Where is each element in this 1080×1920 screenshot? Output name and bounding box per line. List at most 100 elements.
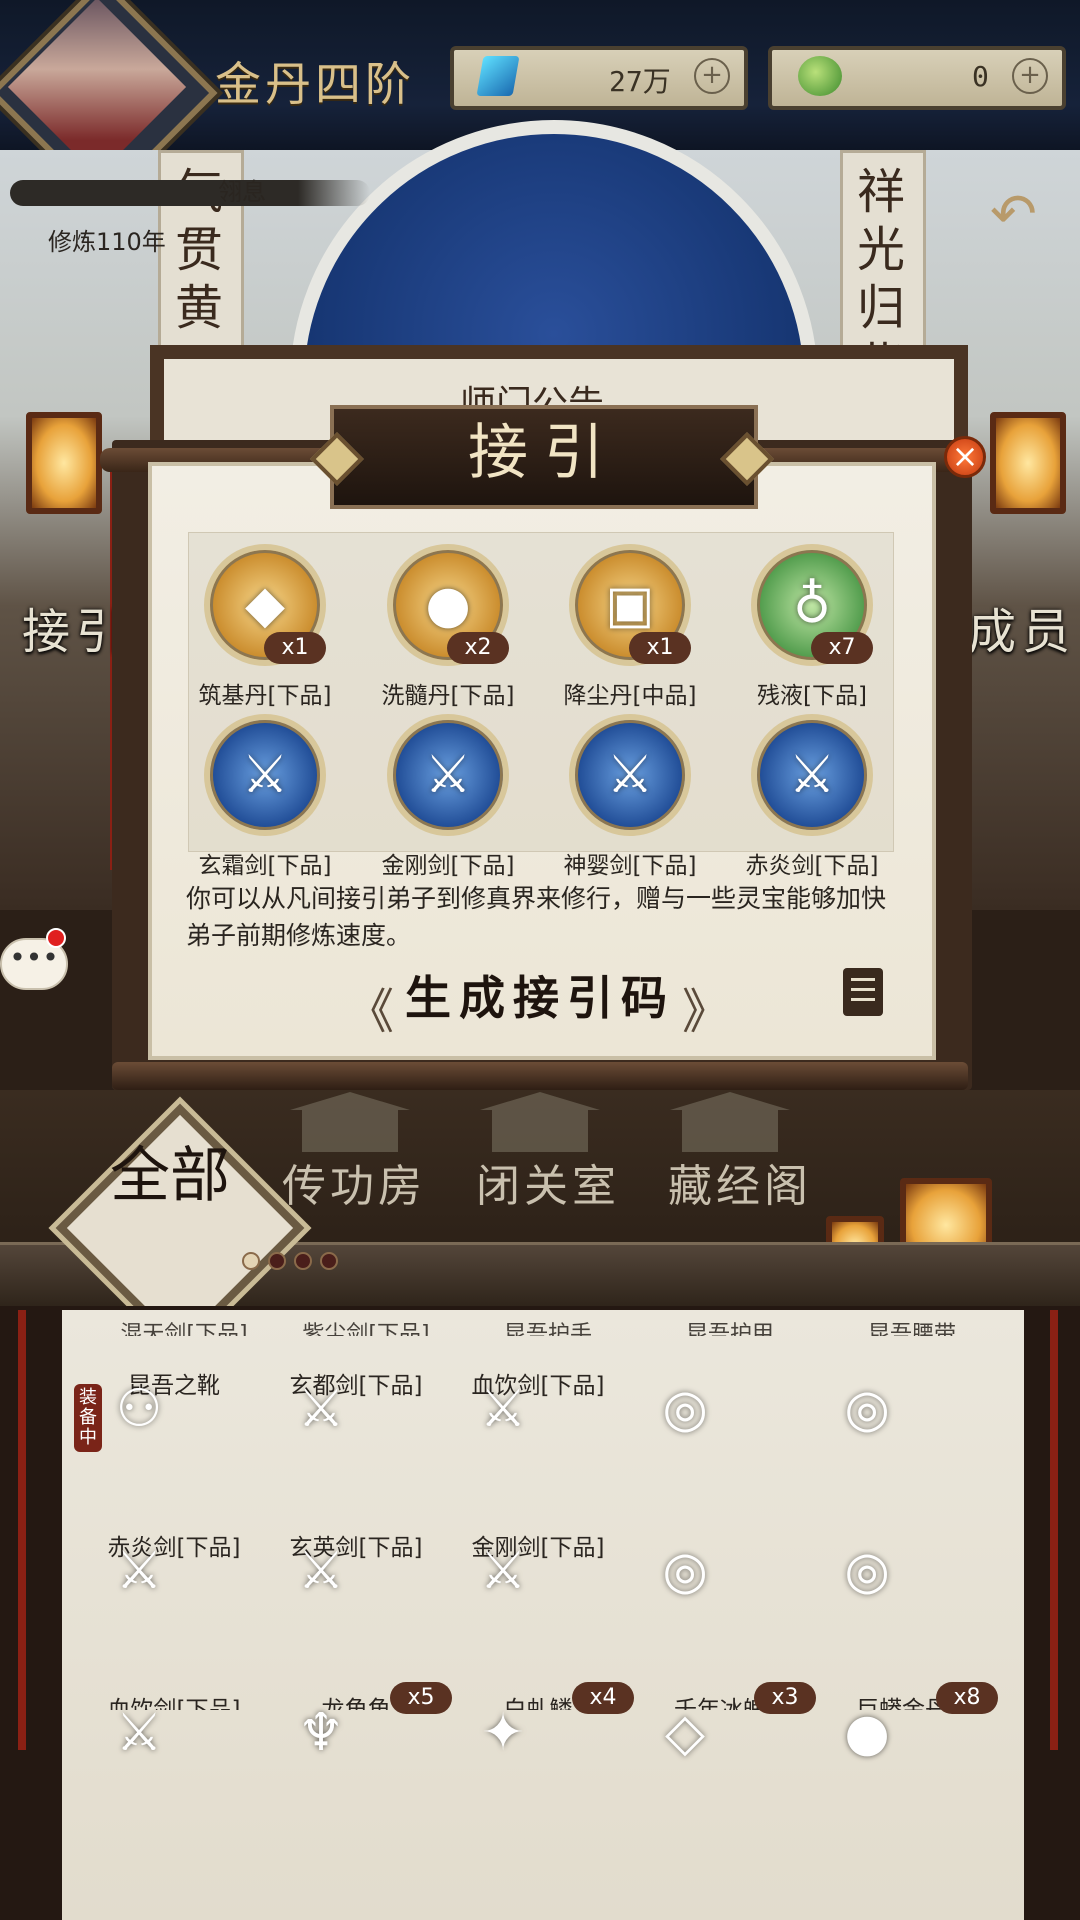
- reward-name: 残液[下品]: [757, 683, 867, 709]
- reward-item[interactable]: ⚔ 神婴剑[下品]: [540, 714, 720, 880]
- inventory-item-name: 昆吾护甲: [685, 1322, 774, 1336]
- flame-sword-icon: ⚔: [424, 745, 472, 805]
- scroll-rope: [1050, 1310, 1058, 1750]
- inventory-item-name: 紫尘剑[下品]: [302, 1322, 430, 1336]
- inventory-item[interactable]: ✦ x4 白虬鳞: [448, 1678, 634, 1763]
- page-dot-active: [242, 1252, 260, 1270]
- empty-slot-icon: ◎: [662, 1541, 708, 1601]
- fire-sword-icon: ⚔: [788, 745, 836, 805]
- room-tab-1[interactable]: 传功房: [282, 1150, 426, 1214]
- flame-sword-icon: ⚔: [387, 714, 509, 836]
- quantity-badge: x1: [629, 632, 691, 664]
- pill-plate-icon: ◆ x1: [204, 544, 326, 666]
- reward-name: 降尘丹[中品]: [563, 683, 697, 709]
- jade-icon: [798, 56, 842, 96]
- reward-item[interactable]: ▣ x1 降尘丹[中品]: [540, 544, 720, 710]
- ice-crystal-icon: ◇: [665, 1703, 705, 1763]
- right-chevron-icon: 》: [682, 984, 731, 1040]
- generate-code-button[interactable]: 生成接引码: [360, 966, 720, 1030]
- reward-name: 神婴剑[下品]: [563, 853, 697, 879]
- inventory-item[interactable]: ◎: [812, 1354, 992, 1439]
- horn-icon: ♆: [297, 1703, 345, 1763]
- reward-item[interactable]: ◆ x1 筑基丹[下品]: [175, 544, 355, 710]
- inventory-item[interactable]: ◎: [812, 1516, 992, 1601]
- dark-sword-icon: ⚔: [569, 714, 691, 836]
- inventory-item[interactable]: ⚔ 玄都剑[下品]: [266, 1354, 446, 1439]
- quantity-badge: x2: [447, 632, 509, 664]
- spirit-stone-counter: 27万 +: [450, 46, 748, 110]
- treasure-box-icon: ▣ x1: [569, 544, 691, 666]
- sword-icon: ⚔: [479, 1379, 527, 1439]
- quantity-badge: x5: [390, 1682, 452, 1714]
- inventory-item-name: 昆吾腰带: [867, 1322, 956, 1336]
- jade-counter: 0 +: [768, 46, 1066, 110]
- modal-title: 接引: [468, 418, 620, 488]
- empty-slot-icon: ◎: [844, 1379, 890, 1439]
- notification-dot: [46, 928, 66, 948]
- equipped-badge: 装备中: [74, 1384, 102, 1452]
- add-stone-button[interactable]: +: [694, 58, 730, 94]
- rank-title: 金丹四阶: [215, 57, 415, 111]
- back-arrow-icon[interactable]: ↶: [990, 182, 1037, 247]
- record-list-icon[interactable]: [843, 968, 883, 1016]
- fire-sword-icon: ⚔: [115, 1541, 163, 1601]
- quantity-badge: x8: [936, 1682, 998, 1714]
- reward-item[interactable]: ⚔ 金刚剑[下品]: [358, 714, 538, 880]
- couplet-right: 祥光归紫: [840, 150, 926, 394]
- cultivation-years: 修炼110年: [48, 228, 166, 256]
- reward-item[interactable]: ● x2 洗髓丹[下品]: [358, 544, 538, 710]
- reward-name: 玄霜剑[下品]: [198, 853, 332, 879]
- quantity-badge: x3: [754, 1682, 816, 1714]
- quantity-badge: x7: [811, 632, 873, 664]
- sword-icon: ⚔: [115, 1703, 163, 1763]
- inventory-item[interactable]: ◇ x3 千年冰魄: [630, 1678, 816, 1763]
- flame-sword-icon: ⚔: [479, 1541, 527, 1601]
- ice-sword-icon: ⚔: [241, 745, 289, 805]
- empty-slot-icon: ◎: [844, 1541, 890, 1601]
- reward-name: 洗髓丹[下品]: [381, 683, 515, 709]
- crystal-icon: ✦: [481, 1703, 525, 1763]
- empty-slot-icon: ◎: [662, 1379, 708, 1439]
- inventory-item[interactable]: ♆ x5 龙角角: [266, 1678, 452, 1763]
- inventory-item-name: 昆吾护手: [503, 1322, 592, 1336]
- reward-name: 筑基丹[下品]: [198, 683, 332, 709]
- inventory-item[interactable]: ⚔ 金刚剑[下品]: [448, 1516, 628, 1601]
- reward-item[interactable]: ♁ x7 残液[下品]: [722, 544, 902, 710]
- breath-label: 翎息: [218, 178, 266, 206]
- inventory-item[interactable]: ◎: [630, 1516, 810, 1601]
- reward-item[interactable]: ⚔ 玄霜剑[下品]: [175, 714, 355, 880]
- reward-item[interactable]: ⚔ 赤炎剑[下品]: [722, 714, 902, 880]
- inventory-item[interactable]: ● x8 巨蟒金丹: [812, 1678, 998, 1763]
- reward-name: 金刚剑[下品]: [381, 853, 515, 879]
- page-dot: [268, 1252, 286, 1270]
- jade-value: 0: [972, 60, 989, 93]
- spirit-stone-value: 27万: [609, 65, 671, 98]
- inventory-item[interactable]: ⚔ 玄英剑[下品]: [266, 1516, 446, 1601]
- all-filter-button[interactable]: 全部: [110, 1140, 230, 1212]
- close-icon[interactable]: ×: [944, 436, 986, 478]
- ice-sword-icon: ⚔: [204, 714, 326, 836]
- recruit-description: 你可以从凡间接引弟子到修真界来修行，赠与一些灵宝能够加快弟子前期修炼速度。: [186, 884, 887, 950]
- room-tab-3[interactable]: 藏经阁: [668, 1150, 812, 1214]
- reward-name: 赤炎剑[下品]: [745, 853, 879, 879]
- inventory-item[interactable]: ⚔ 血饮剑[下品]: [84, 1678, 264, 1763]
- page-dot: [320, 1252, 338, 1270]
- inventory-item[interactable]: ⚔ 赤炎剑[下品]: [84, 1516, 264, 1601]
- scroll-rod-bottom: [112, 1062, 968, 1090]
- sword-icon: ⚔: [297, 1379, 345, 1439]
- room-tab-2[interactable]: 闭关室: [476, 1150, 620, 1214]
- quantity-badge: x4: [572, 1682, 634, 1714]
- scroll-rope: [18, 1310, 26, 1750]
- members-menu-button[interactable]: 成员: [968, 592, 1076, 662]
- purple-pill-bowl-icon: ● x2: [387, 544, 509, 666]
- spirit-stone-icon: [476, 56, 520, 96]
- page-dot: [294, 1252, 312, 1270]
- inventory-item[interactable]: ◎: [630, 1354, 810, 1439]
- inventory-item-name: 混天剑[下品]: [120, 1322, 248, 1336]
- inventory-item[interactable]: ⚇ 装备中 昆吾之靴: [74, 1354, 264, 1452]
- lantern-icon: [26, 412, 102, 514]
- page-indicator: [242, 1252, 346, 1274]
- inventory-item[interactable]: ⚔ 血饮剑[下品]: [448, 1354, 628, 1439]
- add-jade-button[interactable]: +: [1012, 58, 1048, 94]
- quantity-badge: x1: [264, 632, 326, 664]
